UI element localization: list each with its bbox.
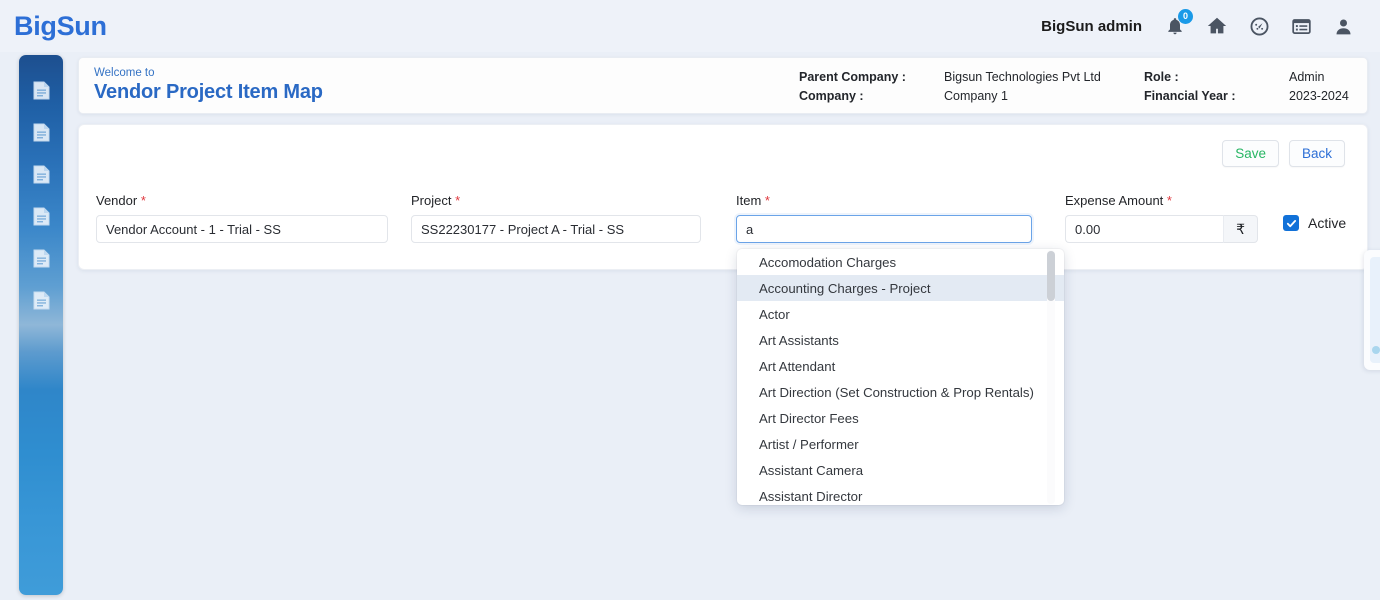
sidebar-item-1[interactable] (19, 69, 63, 111)
project-input[interactable] (411, 215, 701, 243)
item-field-group: Item * (736, 193, 1032, 243)
form-fields-row: Vendor * Project * Item * Expense Amount… (79, 193, 1367, 243)
document-icon (33, 249, 49, 267)
active-field-group: Active (1283, 193, 1346, 243)
expense-amount-input[interactable] (1065, 215, 1224, 243)
vendor-input[interactable] (96, 215, 388, 243)
item-autocomplete-dropdown[interactable]: Accomodation Charges Accounting Charges … (737, 249, 1064, 505)
page-title: Vendor Project Item Map (94, 81, 323, 104)
check-icon (1286, 219, 1296, 227)
parent-company-label: Parent Company : (799, 70, 906, 84)
vendor-label-text: Vendor (96, 193, 138, 208)
sidebar-item-4[interactable] (19, 195, 63, 237)
dashboard-icon[interactable] (1246, 13, 1272, 39)
dropdown-option[interactable]: Accomodation Charges (737, 249, 1064, 275)
vendor-project-item-form: Save Back Vendor * Project * Item * (78, 124, 1368, 270)
header-actions: BigSun admin 0 (1041, 9, 1356, 39)
financial-year-label: Financial Year : (1144, 89, 1236, 103)
bell-icon[interactable]: 0 (1162, 9, 1193, 39)
item-input[interactable] (736, 215, 1032, 243)
form-actions: Save Back (1222, 140, 1345, 167)
vendor-field-group: Vendor * (96, 193, 388, 243)
user-icon[interactable] (1330, 13, 1356, 39)
required-asterisk: * (455, 193, 461, 208)
item-label: Item * (736, 193, 1032, 208)
dropdown-option[interactable]: Accounting Charges - Project (737, 275, 1064, 301)
dropdown-option[interactable]: Art Direction (Set Construction & Prop R… (737, 379, 1064, 405)
dropdown-option[interactable]: Assistant Director (737, 483, 1064, 505)
context-meta: Parent Company : Bigsun Technologies Pvt… (799, 68, 1349, 103)
expense-amount-field-group: Expense Amount * ₹ (1065, 193, 1258, 243)
dropdown-option[interactable]: Art Director Fees (737, 405, 1064, 431)
financial-year-value: 2023-2024 (1289, 89, 1349, 103)
page-title-block: Welcome to Vendor Project Item Map (79, 66, 799, 105)
notification-badge: 0 (1178, 9, 1193, 24)
sidebar-item-6[interactable] (19, 279, 63, 321)
page-header-card: Welcome to Vendor Project Item Map Paren… (78, 57, 1368, 114)
dropdown-option[interactable]: Assistant Camera (737, 457, 1064, 483)
top-header-bar: BigSun BigSun admin 0 (0, 0, 1380, 52)
dropdown-option-list: Accomodation Charges Accounting Charges … (737, 249, 1064, 505)
right-edge-panel-dot (1372, 346, 1380, 354)
document-icon (33, 207, 49, 225)
document-icon (33, 165, 49, 183)
project-label: Project * (411, 193, 701, 208)
save-button[interactable]: Save (1222, 140, 1279, 167)
required-asterisk: * (764, 193, 770, 208)
active-label: Active (1308, 215, 1347, 231)
active-checkbox-row[interactable]: Active (1283, 215, 1346, 231)
company-label: Company : (799, 89, 864, 103)
dropdown-scrollbar[interactable] (1047, 250, 1055, 504)
dropdown-option[interactable]: Actor (737, 301, 1064, 327)
amount-input-group: ₹ (1065, 215, 1258, 243)
welcome-subtitle: Welcome to (94, 66, 155, 79)
dropdown-option[interactable]: Artist / Performer (737, 431, 1064, 457)
document-icon (33, 123, 49, 141)
role-value: Admin (1289, 70, 1325, 84)
project-field-group: Project * (411, 193, 701, 243)
home-icon[interactable] (1204, 13, 1230, 39)
company-value: Company 1 (944, 89, 1008, 103)
role-label: Role : (1144, 70, 1179, 84)
admin-username: BigSun admin (1041, 17, 1142, 35)
sidebar-item-2[interactable] (19, 111, 63, 153)
rupee-icon: ₹ (1223, 215, 1258, 243)
active-checkbox[interactable] (1283, 215, 1299, 231)
project-label-text: Project (411, 193, 452, 208)
dropdown-option[interactable]: Art Attendant (737, 353, 1064, 379)
expense-amount-label-text: Expense Amount (1065, 193, 1164, 208)
sidebar-item-3[interactable] (19, 153, 63, 195)
right-edge-panel[interactable] (1364, 250, 1380, 370)
dropdown-option[interactable]: Art Assistants (737, 327, 1064, 353)
list-icon[interactable] (1288, 13, 1314, 39)
app-logo[interactable]: BigSun (14, 11, 107, 42)
required-asterisk: * (1166, 193, 1172, 208)
expense-amount-label: Expense Amount * (1065, 193, 1258, 208)
item-label-text: Item (736, 193, 762, 208)
vendor-label: Vendor * (96, 193, 388, 208)
left-sidebar (19, 55, 63, 595)
required-asterisk: * (140, 193, 146, 208)
document-icon (33, 291, 49, 309)
parent-company-value: Bigsun Technologies Pvt Ltd (944, 70, 1101, 84)
document-icon (33, 81, 49, 99)
sidebar-item-5[interactable] (19, 237, 63, 279)
back-button[interactable]: Back (1288, 140, 1345, 167)
dropdown-scrollbar-thumb[interactable] (1047, 251, 1055, 301)
